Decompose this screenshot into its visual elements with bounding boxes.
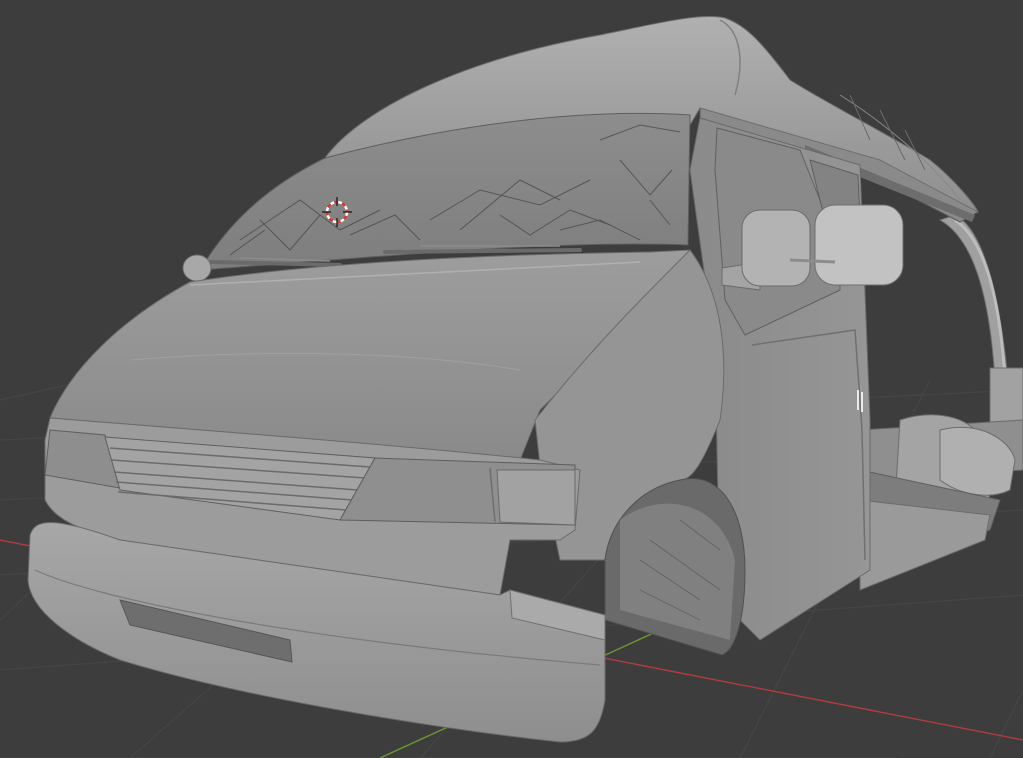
3d-viewport[interactable] — [0, 0, 1023, 758]
viewport-scene[interactable] — [0, 0, 1023, 758]
wiper-right — [383, 248, 582, 254]
left-mirror — [182, 254, 212, 282]
3d-cursor-icon[interactable] — [322, 197, 352, 227]
